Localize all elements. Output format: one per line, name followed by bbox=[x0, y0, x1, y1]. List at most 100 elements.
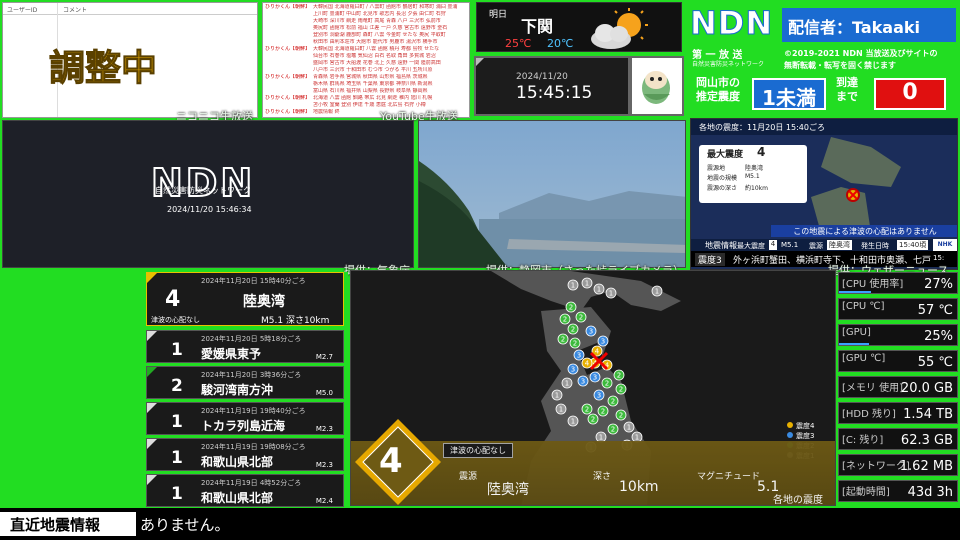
quake-scale: 1 bbox=[171, 484, 183, 504]
max-value: 4 bbox=[757, 145, 766, 159]
station-intensity: 3 bbox=[571, 366, 575, 374]
copyright-1: ©2019-2021 NDN 当放送及びサイトの bbox=[784, 49, 938, 58]
station-intensity: 3 bbox=[597, 392, 601, 400]
est-label-2: 推定震度 bbox=[696, 90, 740, 103]
sum-time-label: 発生日時 bbox=[861, 242, 889, 250]
quake-row[interactable]: 2024年11月19日 19時40分ごろ 1 トカラ列島近海 M2.3 bbox=[146, 402, 344, 435]
station-intensity: 2 bbox=[569, 304, 573, 312]
copyright-2: 無断転載・転写を固く禁じます bbox=[784, 61, 896, 70]
station-intensity: 2 bbox=[563, 316, 567, 324]
station-intensity: 2 bbox=[585, 406, 589, 414]
system-stats-panel: [CPU 使用率] 27% [CPU ℃] 57 ℃ [GPU] 25% [GPU ℃] 55… bbox=[838, 272, 958, 508]
est-intensity-value: 1未満 bbox=[752, 78, 826, 110]
weather-high: 25℃ bbox=[505, 37, 532, 50]
stat-value: 20.0 GB bbox=[900, 381, 953, 396]
intensity-map bbox=[811, 137, 901, 233]
chat-user: ひりかくん【朝鮮】 bbox=[265, 109, 311, 115]
stat-label: [CPU 使用率] bbox=[842, 279, 904, 290]
quake-scale: 1 bbox=[171, 412, 183, 432]
stat-label: [GPU ℃] bbox=[842, 353, 886, 364]
sum-time: 15:40頃 bbox=[897, 240, 929, 250]
ticker-label: 直近地震情報 bbox=[0, 512, 136, 536]
station-intensity: 1 bbox=[609, 290, 613, 298]
quake-row[interactable]: 2024年11月19日 19時08分ごろ 1 和歌山県北部 M2.3 bbox=[146, 438, 344, 471]
quake-row[interactable]: 2024年11月20日 3時36分ごろ 2 駿河湾南方沖 M5.0 bbox=[146, 366, 344, 399]
chat-line: 奥尻町 函館市 松前 福山 江差 一戸 久慈 宮古市 遠野市 釜石 bbox=[265, 25, 467, 32]
sum-loc: 陸奥湾 bbox=[827, 240, 852, 250]
camera-image bbox=[419, 121, 685, 267]
stat-label: [C: 残り] bbox=[842, 435, 884, 446]
quake-magnitude: M2.3 bbox=[315, 461, 333, 469]
chat-message: 八戸市 三沢市 十和田市 むつ市 つがる 平川 五所川原 bbox=[313, 67, 433, 73]
chat-line: 八戸市 三沢市 十和田市 むつ市 つがる 平川 五所川原 bbox=[265, 67, 467, 74]
mascot-panel bbox=[630, 56, 684, 116]
weather-panel: 明日 下関 25℃ 20℃ bbox=[476, 2, 682, 52]
summary-bar: 地震情報 最大震度 4 M5.1 震源 陸奥湾 発生日時 15:40頃 bbox=[691, 239, 957, 251]
map-depth-value: 10km bbox=[619, 479, 659, 495]
quake-date: 2024年11月19日 4時52分ごろ bbox=[201, 479, 302, 487]
max-label: 最大震度 bbox=[707, 150, 744, 160]
station-intensity: 2 bbox=[561, 336, 565, 344]
quake-row[interactable]: 2024年11月19日 4時52分ごろ 1 和歌山県北部 M2.4 bbox=[146, 474, 344, 507]
chat-line: 大崎市 深川市 網走 雨竜町 高尾 青森 八戸 三沢市 弘前市 bbox=[265, 18, 467, 25]
quake-location: 和歌山県北部 bbox=[201, 491, 274, 505]
caster-label: 配信者：Takaaki bbox=[782, 8, 956, 42]
ndn-datetime: 2024/11/20 15:46:34 bbox=[167, 205, 252, 214]
quake-tsunami: 津波の心配なし bbox=[151, 316, 200, 324]
stat-row: [起動時間] 43d 3h bbox=[838, 480, 958, 502]
chat-message: 大崎市 深川市 網走 雨竜町 高尾 青森 八戸 三沢市 弘前市 bbox=[313, 18, 441, 24]
station-intensity: 4 bbox=[585, 360, 590, 368]
station-intensity: 1 bbox=[559, 406, 563, 414]
station-intensity: 2 bbox=[619, 412, 623, 420]
quake-row[interactable]: 2024年11月20日 5時18分ごろ 1 愛媛県東予 M2.7 bbox=[146, 330, 344, 363]
chat-message: 富山県 石川県 福井県 山梨県 長野県 岐阜県 静岡県 bbox=[313, 88, 428, 94]
quake-scale: 2 bbox=[171, 376, 183, 396]
weather-day: 明日 bbox=[489, 10, 508, 20]
col-user-id: ユーザーID bbox=[7, 7, 38, 14]
chat-line: 栃木県 群馬県 埼玉県 千葉県 東京都 神奈川県 新潟県 bbox=[265, 81, 467, 88]
legend-swatch bbox=[787, 432, 793, 438]
intensity-header: 各地の震度：11月20日 15:40ごろ bbox=[691, 119, 957, 135]
arrive-label-2: まで bbox=[836, 90, 858, 103]
legend-item: 震度3 bbox=[787, 431, 814, 441]
quake-date: 2024年11月20日 5時18分ごろ bbox=[201, 335, 302, 343]
stat-label: [GPU] bbox=[842, 327, 871, 338]
station-intensity: 2 bbox=[611, 398, 615, 406]
map-mag-label: マグニチュード bbox=[697, 472, 761, 482]
stat-row: [メモリ 使用] 20.0 GB bbox=[838, 376, 958, 398]
map-caption: 各地の震度 bbox=[773, 495, 823, 506]
chat-line: 富山県 石川県 福井県 山梨県 長野県 岐阜県 静岡県 bbox=[265, 88, 467, 95]
legend-swatch bbox=[787, 422, 793, 428]
chat-user: ひりかくん【朝鮮】 bbox=[265, 4, 311, 10]
stat-row: [CPU ℃] 57 ℃ bbox=[838, 298, 958, 320]
map-tsunami: 津波の心配なし bbox=[443, 443, 513, 458]
ndn-logo-panel: NDN 自然災害防災ネットワーク 2024/11/20 15:46:34 bbox=[2, 120, 414, 268]
stat-row: [GPU] 25% bbox=[838, 324, 958, 346]
chat-line: ひりかくん【朝鮮】 大韓民国 北海道羅臼町 / 八雲町 函館市 鶴居町 和寒町 浦… bbox=[265, 4, 467, 11]
stat-bar bbox=[839, 291, 871, 293]
station-intensity: 2 bbox=[579, 314, 583, 322]
youtube-chat-panel: ひりかくん【朝鮮】 大韓民国 北海道羅臼町 / 八雲町 函館市 鶴居町 和寒町 浦… bbox=[262, 2, 470, 118]
quake-magnitude: M2.3 bbox=[315, 425, 333, 433]
clock-panel: 2024/11/20 15:45:15 bbox=[474, 56, 630, 116]
map-scale-value: 4 bbox=[379, 441, 403, 481]
station-intensity: 1 bbox=[571, 418, 575, 426]
chat-message: 仙台市 石巻市 塩竈 気仙沼 白石 名取 角田 多賀城 岩沼 bbox=[313, 53, 436, 59]
tsunami-banner: この地震による津波の心配はありません bbox=[771, 225, 957, 237]
quake-row-latest[interactable]: 2024年11月20日 15時40分ごろ 4 陸奥湾 津波の心配なし M5.1 … bbox=[146, 272, 344, 326]
chat-message: 秋田市 由利本荘市 大館市 能代市 男鹿市 湯沢市 横手市 bbox=[313, 39, 438, 45]
weather-low: 20℃ bbox=[547, 37, 574, 50]
stat-value: 1.54 TB bbox=[903, 407, 953, 422]
epicenter-map-panel: 1111122222233333334444111122221112112222… bbox=[350, 270, 836, 506]
station-intensity: 2 bbox=[605, 380, 609, 388]
f3-label: 震源の深さ bbox=[707, 185, 738, 192]
ndn-logo: NDN bbox=[690, 4, 774, 42]
sum-magnitude: M5.1 bbox=[781, 241, 799, 249]
quake-location: トカラ列島近海 bbox=[201, 419, 286, 433]
station-intensity: 3 bbox=[577, 352, 581, 360]
stat-row: [C: 残り] 62.3 GB bbox=[838, 428, 958, 450]
stat-row: [CPU 使用率] 27% bbox=[838, 272, 958, 294]
info-label: 地震情報 bbox=[705, 241, 737, 250]
bottom-ticker: 直近地震情報 ありません。 bbox=[0, 508, 960, 540]
mascot-icon bbox=[642, 71, 670, 104]
